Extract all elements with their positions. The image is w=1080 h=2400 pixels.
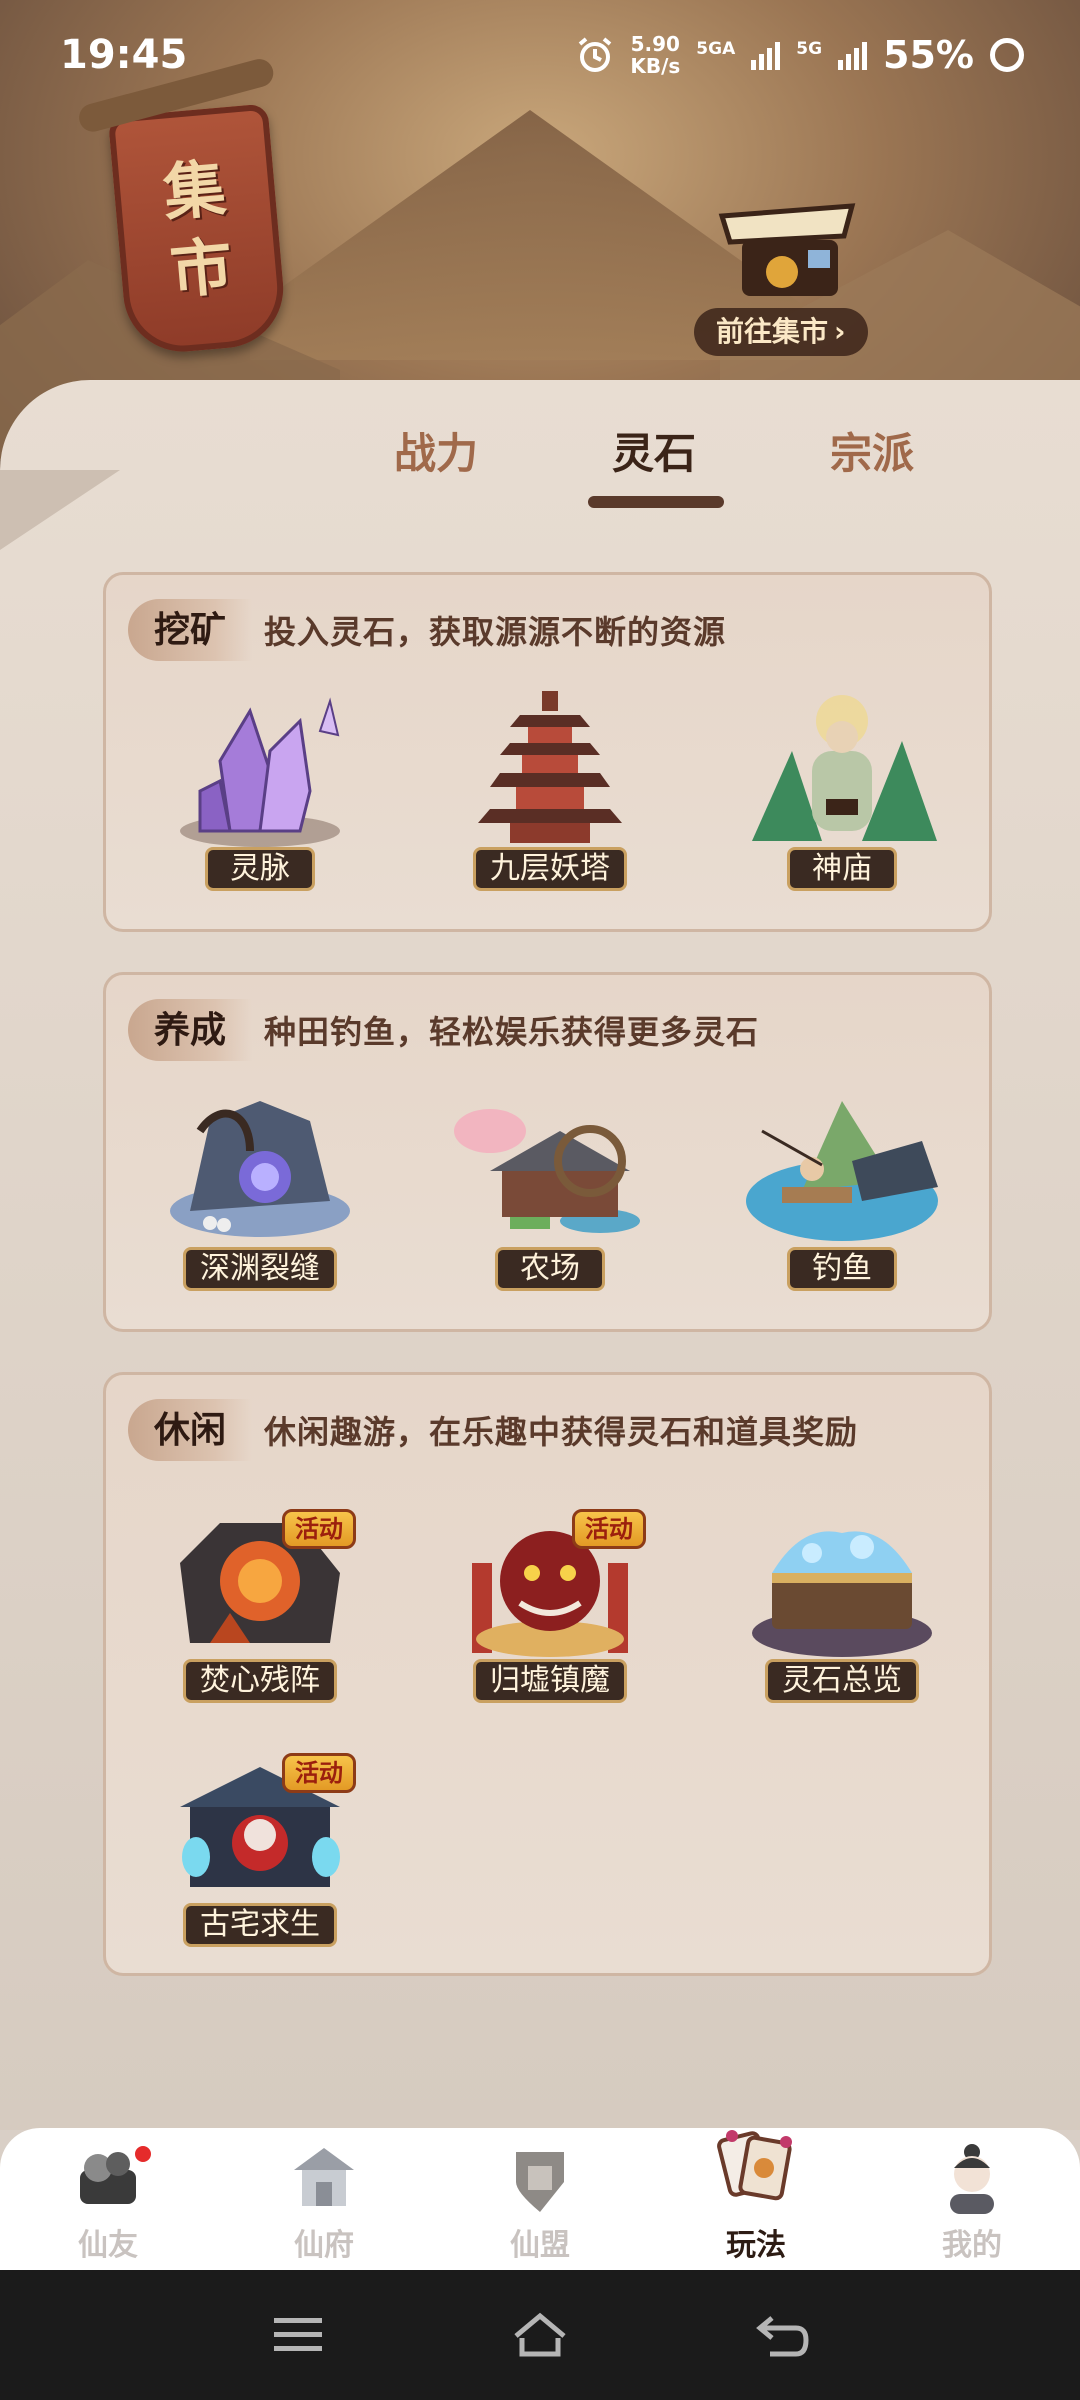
section-description: 休闲趣游，在乐趣中获得灵石和道具奖励 [264,1413,859,1451]
nav-mansion[interactable]: 仙府 [254,2128,394,2270]
abyss-icon [170,1101,350,1237]
event-badge: 活动 [282,1753,356,1793]
tile-label: 神庙 [787,847,897,891]
bottom-nav: 仙友 仙府 仙盟 玩法 我的 [0,2128,1080,2270]
tile-old-house-survival[interactable]: 活动 古宅求生 [160,1747,360,1947]
tab-active-indicator [588,496,724,508]
sign-char-1: 集 [160,151,229,230]
status-icons: 5.90 KB/s 5GA 5G 55% [576,33,1024,77]
profile-icon [950,2144,994,2214]
farm-icon [454,1109,640,1233]
pagoda-icon [478,691,622,843]
tab-bar: 战力 灵石 宗派 [0,420,1080,520]
section-tag: 挖矿 [128,599,253,661]
goto-market-label: 前往集市 [716,315,829,348]
tile-burning-heart-formation[interactable]: 活动 焚心残阵 [160,1503,360,1703]
nav-alliance[interactable]: 仙盟 [470,2128,610,2270]
speed-unit: KB/s [630,54,681,78]
tile-nine-tier-pagoda[interactable]: 九层妖塔 [450,691,650,891]
mansion-icon [294,2148,354,2206]
tile-temple[interactable]: 神庙 [742,691,942,891]
tile-spirit-stone-overview[interactable]: 灵石总览 [742,1503,942,1703]
alarm-icon [579,37,612,72]
event-badge: 活动 [572,1509,646,1549]
tile-label: 钓鱼 [787,1247,897,1291]
crystal-icon [180,697,340,847]
alliance-icon [516,2152,564,2212]
section-header: 挖矿 投入灵石，获取源源不断的资源 [128,599,726,661]
menu-icon[interactable] [268,2310,328,2360]
tile-guixu-demon-suppression[interactable]: 活动 归墟镇魔 [450,1503,650,1703]
chevron-right-icon: › [834,315,846,348]
battery-ring-icon [990,38,1024,72]
nav-label: 我的 [942,2228,1002,2263]
back-icon[interactable] [752,2310,812,2360]
signal-icon [751,40,781,70]
treasure-chest-icon [752,1531,932,1657]
status-time: 19:45 [60,32,188,78]
tile-label: 深渊裂缝 [183,1247,337,1291]
section-header: 休闲 休闲趣游，在乐趣中获得灵石和道具奖励 [128,1399,858,1461]
notification-dot [132,2143,154,2165]
gameplay-icon [717,2130,792,2201]
tile-label: 农场 [495,1247,605,1291]
tile-label: 九层妖塔 [473,847,627,891]
tab-sect[interactable]: 宗派 [830,420,914,481]
section-tag: 休闲 [128,1399,253,1461]
nav-label: 仙府 [294,2228,354,2263]
temple-icon [752,695,937,841]
tile-label: 灵石总览 [765,1659,919,1703]
battery-level: 55% [883,33,974,77]
section-tag: 养成 [128,999,253,1061]
nav-label: 玩法 [726,2228,786,2263]
tab-spirit-stone[interactable]: 灵石 [612,420,696,481]
section-header: 养成 种田钓鱼，轻松娱乐获得更多灵石 [128,999,759,1061]
nav-gameplay[interactable]: 玩法 [686,2128,826,2270]
home-icon[interactable] [510,2310,570,2360]
section-cultivation: 养成 种田钓鱼，轻松娱乐获得更多灵石 深渊裂缝 农场 钓鱼 [103,972,992,1332]
tile-abyss-rift[interactable]: 深渊裂缝 [160,1091,360,1291]
tab-combat-power[interactable]: 战力 [394,420,478,481]
network-speed: 5.90 KB/s [630,33,680,77]
market-sign: 集 市 [75,55,289,357]
signal-icon-2 [838,40,868,70]
section-mining: 挖矿 投入灵石，获取源源不断的资源 灵脉 九层妖塔 神庙 [103,572,992,932]
nav-label: 仙友 [78,2228,138,2263]
tile-farm[interactable]: 农场 [450,1091,650,1291]
nav-profile[interactable]: 我的 [902,2128,1042,2270]
section-description: 投入灵石，获取源源不断的资源 [264,613,727,651]
tile-fishing[interactable]: 钓鱼 [742,1091,942,1291]
tile-label: 归墟镇魔 [473,1659,627,1703]
section-leisure: 休闲 休闲趣游，在乐趣中获得灵石和道具奖励 活动 焚心残阵 活动 归墟镇魔 灵石… [103,1372,992,1976]
network-label-2: 5G [796,39,823,59]
tile-label: 灵脉 [205,847,315,891]
nav-friends[interactable]: 仙友 [38,2128,178,2270]
tile-label: 焚心残阵 [183,1659,337,1703]
network-label-1: 5GA [696,39,736,59]
event-badge: 活动 [282,1509,356,1549]
sign-char-2: 市 [167,229,236,308]
speed-value: 5.90 [630,32,680,56]
tile-spirit-vein[interactable]: 灵脉 [160,691,360,891]
nav-label: 仙盟 [510,2228,570,2263]
section-description: 种田钓鱼，轻松娱乐获得更多灵石 [264,1013,760,1051]
fishing-icon [746,1101,938,1241]
goto-market-button[interactable]: 前往集市 › [694,308,868,356]
status-bar: 19:45 5.90 KB/s 5GA 5G 55% [0,0,1080,110]
tile-label: 古宅求生 [183,1903,337,1947]
market-stall-icon[interactable] [712,196,862,306]
system-nav-bar [0,2270,1080,2400]
